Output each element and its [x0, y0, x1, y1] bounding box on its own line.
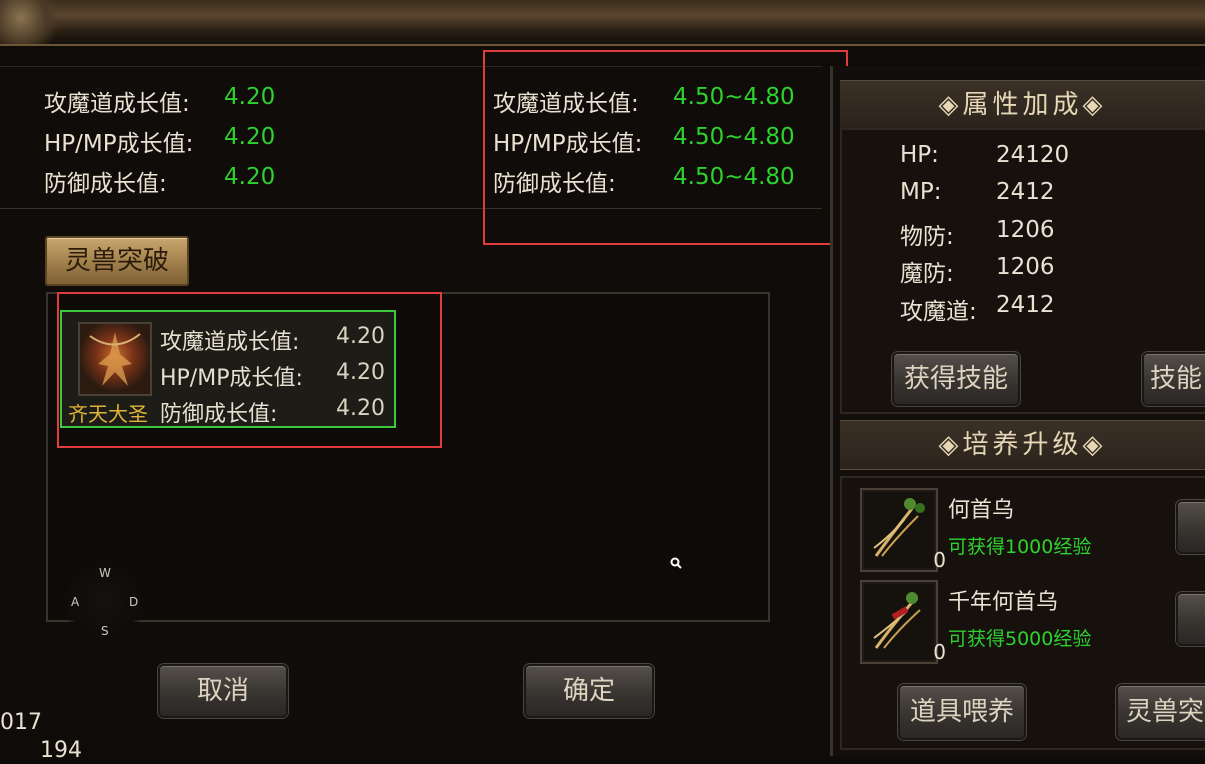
wasd-joystick[interactable]: W A D S [64, 562, 144, 642]
current-growth-row-2: HP/MP成长值: 4.20 [44, 124, 276, 157]
attr-mp: MP: 2412 [900, 179, 1055, 205]
item-name: 千年何首乌 [948, 590, 1059, 615]
joystick-down: S [101, 624, 109, 638]
attr-magic-defense: 魔防: 1206 [900, 254, 1055, 287]
item-count: 0 [933, 548, 946, 572]
attributes-header: ◈属性加成◈ [840, 80, 1205, 130]
confirm-button[interactable]: 确定 [524, 664, 654, 718]
top-frame [0, 0, 1205, 46]
joystick-up: W [99, 566, 111, 580]
herb-root-icon [873, 498, 925, 557]
current-growth-row-3: 防御成长值: 4.20 [44, 164, 276, 197]
cancel-button[interactable]: 取消 [158, 664, 288, 718]
search-icon [670, 554, 682, 573]
corner-number-a: 017 [0, 710, 42, 735]
target-growth-highlight [483, 50, 848, 245]
item-feed-button[interactable]: 道具喂养 [898, 684, 1026, 740]
item-desc: 可获得1000经验 [948, 536, 1092, 558]
attr-hp: HP: 24120 [900, 142, 1070, 168]
attr-attack: 攻魔道: 2412 [900, 292, 1055, 325]
get-skills-button[interactable]: 获得技能 [892, 352, 1020, 406]
herb-root-icon [873, 592, 921, 649]
use-item-button[interactable] [1176, 500, 1205, 554]
frame-ornament [0, 0, 70, 44]
item-desc: 可获得5000经验 [948, 628, 1092, 650]
joystick-left: A [71, 595, 80, 609]
tab-breakthrough[interactable]: 灵兽突破 [45, 236, 189, 286]
current-growth-row-1: 攻魔道成长值: 4.20 [44, 84, 276, 117]
attr-physical-defense: 物防: 1206 [900, 217, 1055, 250]
item-name: 何首乌 [948, 498, 1015, 523]
joystick-right: D [129, 595, 139, 609]
pet-breakthrough-button[interactable]: 灵兽突 [1116, 684, 1205, 740]
pet-card-highlight [57, 292, 442, 448]
item-heshouwu-slot[interactable]: 0 [860, 488, 946, 572]
corner-number-b: 194 [40, 738, 82, 763]
training-header: ◈培养升级◈ [840, 420, 1205, 470]
item-count: 0 [933, 640, 946, 664]
item-qiannian-heshouwu-slot[interactable]: 0 [860, 580, 946, 664]
skills-button[interactable]: 技能 [1142, 352, 1205, 406]
use-item-button[interactable] [1176, 592, 1205, 646]
